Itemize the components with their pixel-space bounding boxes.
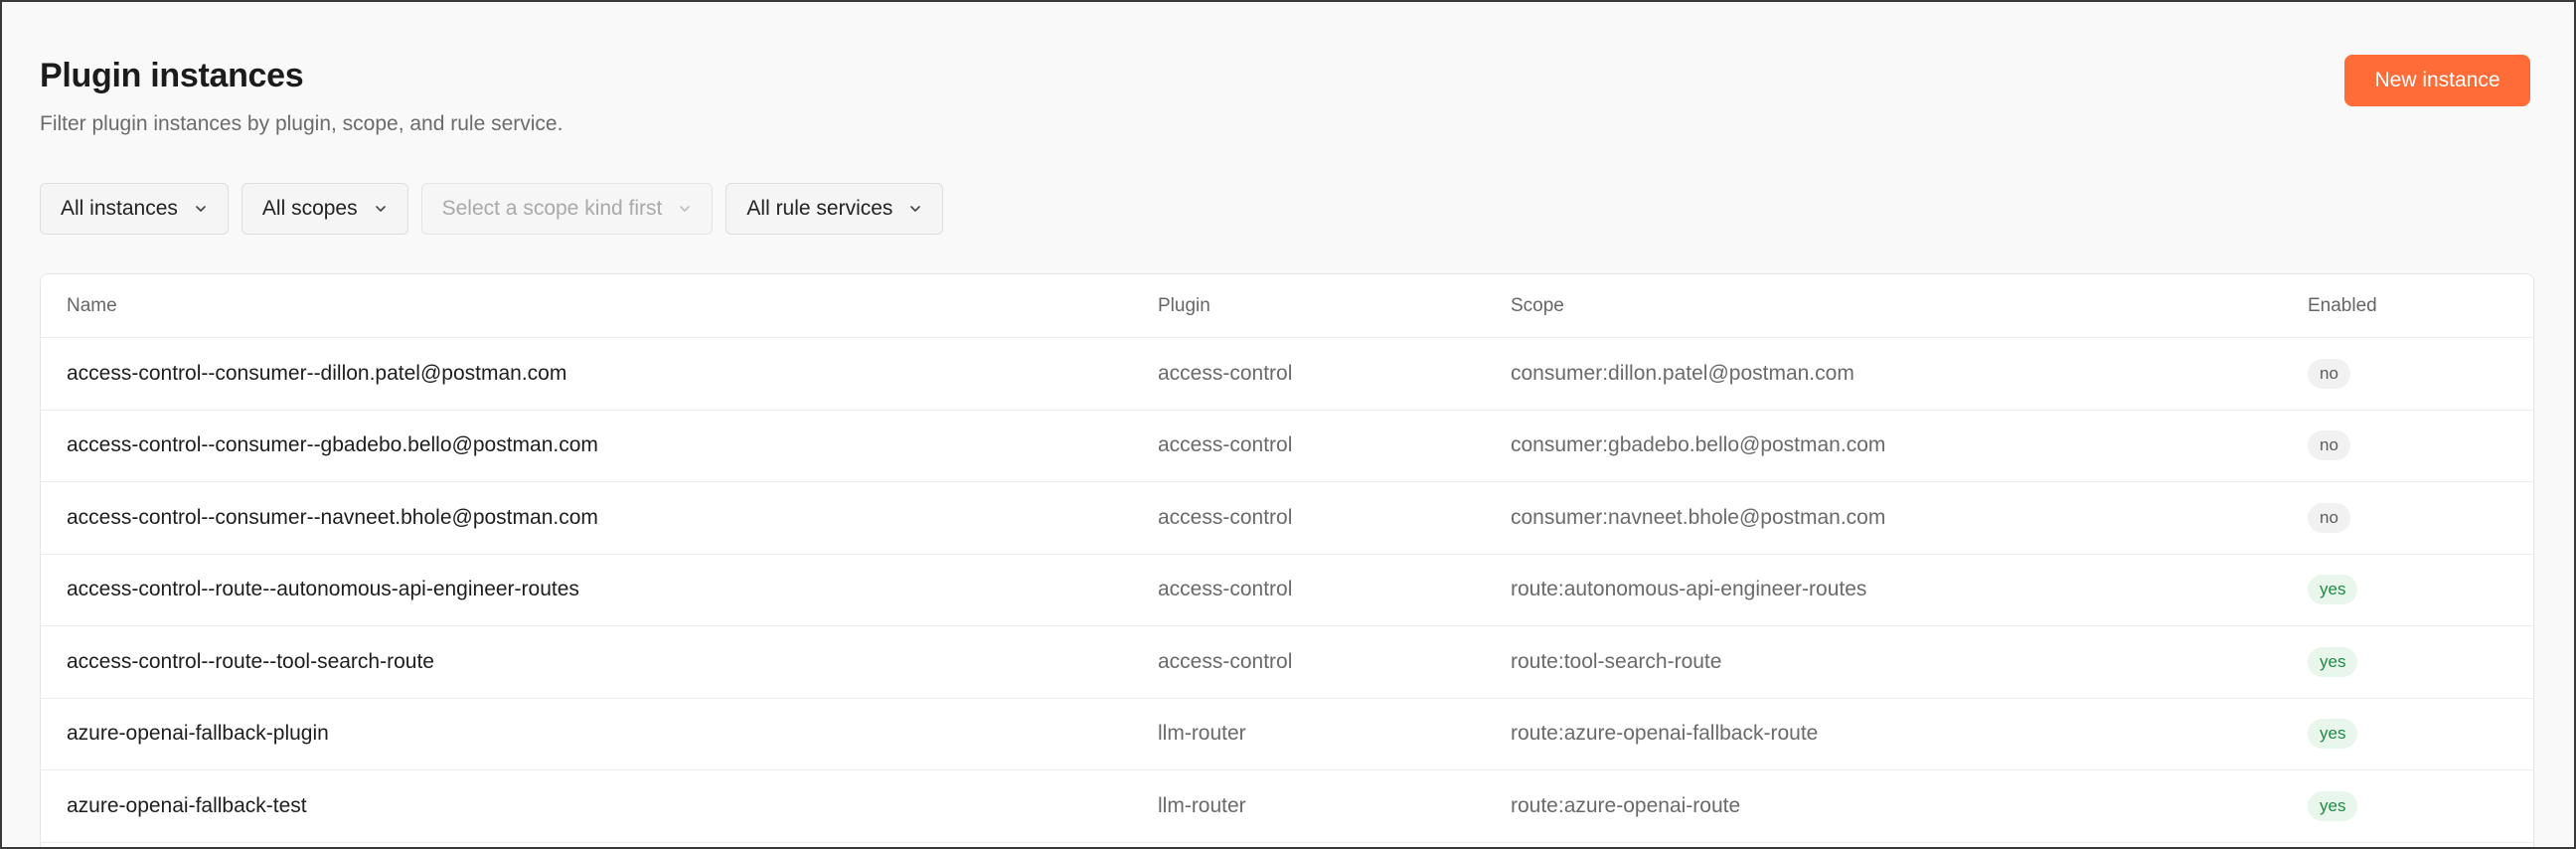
- table-row[interactable]: access-control--consumer--navneet.bhole@…: [41, 482, 2533, 555]
- instance-plugin: access-control: [1158, 649, 1293, 673]
- instance-plugin: llm-router: [1158, 722, 1246, 746]
- rule-services-filter-select[interactable]: All rule services: [725, 183, 944, 235]
- instance-name: access-control--consumer--navneet.bhole@…: [67, 505, 598, 529]
- page-title: Plugin instances: [40, 57, 304, 94]
- table-header-row: Name Plugin Scope Enabled: [41, 274, 2533, 338]
- chevron-down-icon: [678, 202, 692, 216]
- instance-name: azure-openai-fallback-test: [67, 793, 307, 817]
- instance-scope: consumer:navneet.bhole@postman.com: [1511, 505, 1886, 529]
- scopes-filter-value: All scopes: [261, 197, 358, 220]
- instance-plugin: access-control: [1158, 361, 1293, 385]
- instance-name: access-control--consumer--gbadebo.bello@…: [67, 433, 598, 457]
- table-row[interactable]: access-control--consumer--gbadebo.bello@…: [41, 411, 2533, 482]
- table-row[interactable]: access-control--route--tool-search-route…: [41, 626, 2533, 699]
- instance-plugin: llm-router: [1158, 793, 1246, 817]
- table-row[interactable]: azure-openai-fallback-test llm-router ro…: [41, 770, 2533, 843]
- scopes-filter-select[interactable]: All scopes: [241, 183, 408, 235]
- enabled-badge: yes: [2308, 719, 2358, 750]
- instance-scope: route:tool-search-route: [1511, 649, 1722, 673]
- filter-bar: All instances All scopes Select a scope …: [40, 183, 944, 235]
- enabled-badge: yes: [2308, 646, 2358, 677]
- rule-services-filter-value: All rule services: [746, 197, 893, 220]
- instance-scope: consumer:gbadebo.bello@postman.com: [1511, 433, 1886, 457]
- chevron-down-icon: [194, 202, 208, 216]
- enabled-badge: no: [2308, 502, 2350, 533]
- enabled-badge: yes: [2308, 575, 2358, 605]
- chevron-down-icon: [374, 202, 388, 216]
- instance-scope: route:azure-openai-route: [1511, 793, 1741, 817]
- enabled-badge: no: [2308, 358, 2350, 389]
- app-window: Plugin instances Filter plugin instances…: [0, 0, 2576, 849]
- page-subtitle: Filter plugin instances by plugin, scope…: [40, 112, 564, 135]
- instance-scope: consumer:dillon.patel@postman.com: [1511, 361, 1854, 385]
- instance-name: access-control--route--tool-search-route: [67, 649, 434, 673]
- table-row[interactable]: access-control--consumer--dillon.patel@p…: [41, 338, 2533, 411]
- instance-plugin: access-control: [1158, 433, 1293, 457]
- table-row[interactable]: azure-openai-fallback-plugin llm-router …: [41, 699, 2533, 770]
- instance-name: access-control--route--autonomous-api-en…: [67, 578, 579, 601]
- instance-scope: route:azure-openai-fallback-route: [1511, 722, 1819, 746]
- enabled-badge: no: [2308, 430, 2350, 461]
- new-instance-button[interactable]: New instance: [2344, 55, 2530, 106]
- instance-scope: route:autonomous-api-engineer-routes: [1511, 578, 1867, 601]
- column-header-name: Name: [67, 294, 117, 316]
- page-header: Plugin instances Filter plugin instances…: [40, 50, 2530, 139]
- scope-value-filter-placeholder: Select a scope kind first: [441, 197, 663, 220]
- scope-value-filter-select: Select a scope kind first: [420, 183, 714, 235]
- column-header-scope: Scope: [1511, 294, 1564, 316]
- plugin-instances-table: Name Plugin Scope Enabled access-control…: [40, 273, 2534, 847]
- table-row[interactable]: access-control--route--autonomous-api-en…: [41, 555, 2533, 626]
- enabled-badge: yes: [2308, 790, 2358, 821]
- column-header-plugin: Plugin: [1158, 294, 1210, 316]
- instance-plugin: access-control: [1158, 505, 1293, 529]
- instances-filter-value: All instances: [61, 197, 178, 220]
- instance-name: azure-openai-fallback-plugin: [67, 722, 329, 746]
- instance-name: access-control--consumer--dillon.patel@p…: [67, 361, 567, 385]
- chevron-down-icon: [908, 202, 922, 216]
- column-header-enabled: Enabled: [2308, 294, 2377, 316]
- instance-plugin: access-control: [1158, 578, 1293, 601]
- instances-filter-select[interactable]: All instances: [40, 183, 229, 235]
